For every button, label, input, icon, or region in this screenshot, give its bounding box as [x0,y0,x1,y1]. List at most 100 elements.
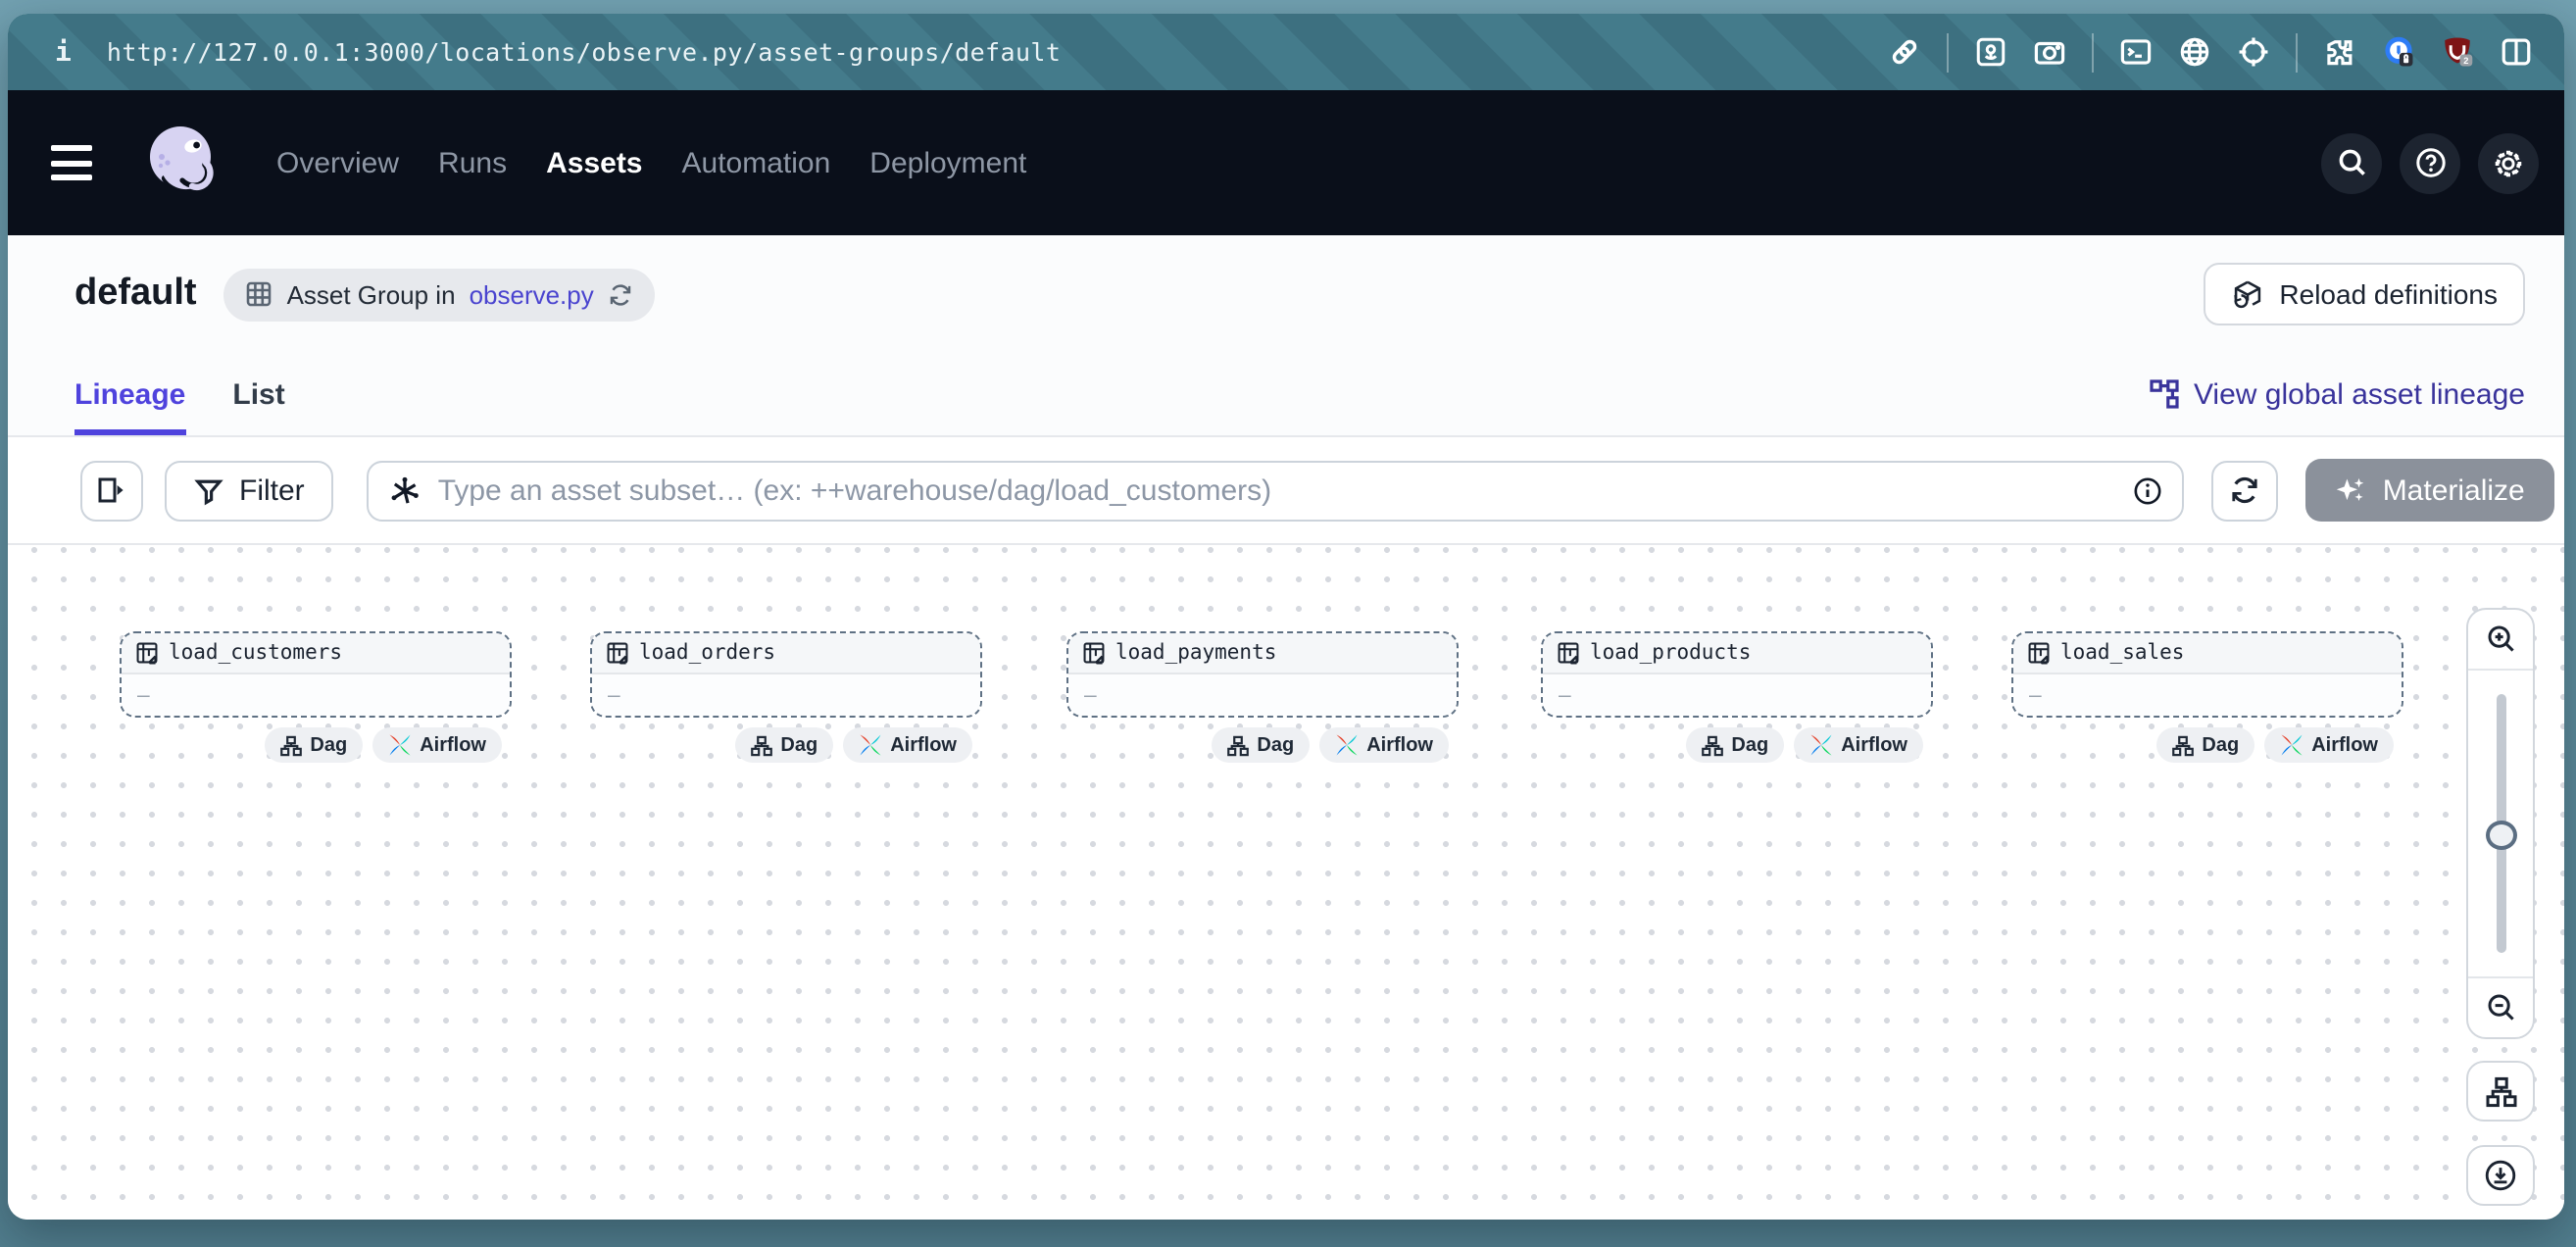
browser-url-bar: i http://127.0.0.1:3000/locations/observ… [8,14,2564,90]
asset-node-box[interactable]: load_sales – [2011,631,2403,718]
airflow-tag[interactable]: Airflow [1794,727,1923,763]
page-title: default [74,273,197,316]
nav-item-assets[interactable]: Assets [546,146,642,179]
asset-node-box[interactable]: load_payments – [1066,631,1459,718]
dag-icon [751,734,772,756]
dag-icon [2172,734,2194,756]
asset-node-title: load_sales [2060,641,2184,665]
asset-node-load-sales: load_sales – Dag Airflow [2011,631,2403,763]
search-button[interactable] [2321,132,2382,193]
dag-tag-label: Dag [1257,734,1294,756]
split-view-icon[interactable] [2500,35,2533,69]
zoom-slider-thumb[interactable] [2485,821,2516,850]
asset-subset-input[interactable] [438,474,2118,507]
materialize-button[interactable]: Materialize [2306,459,2554,522]
wallpaper-icon[interactable] [1974,35,2007,69]
dag-tag-label: Dag [310,734,347,756]
dag-tag-label: Dag [2202,734,2239,756]
refresh-graph-button[interactable] [2212,460,2279,521]
asset-node-box[interactable]: load_orders – [590,631,982,718]
table-asset-icon [135,641,159,665]
dagster-logo[interactable] [139,120,225,206]
asset-node-load-customers: load_customers – Dag Airflow [120,631,512,763]
help-button[interactable] [2400,132,2460,193]
nav-item-deployment[interactable]: Deployment [869,146,1026,179]
lineage-toolbar: Filter Materialize [8,437,2564,545]
puzzle-extensions-icon[interactable] [2323,35,2356,69]
airflow-tag-label: Airflow [2311,734,2378,756]
refresh-icon [2230,474,2261,506]
nav-item-overview[interactable]: Overview [276,146,399,179]
asset-group-file-link[interactable]: observe.py [470,279,594,309]
settings-button[interactable] [2478,132,2539,193]
nav-links: Overview Runs Assets Automation Deployme… [276,146,1026,179]
dag-icon [1702,734,1723,756]
asset-group-badge-text: Asset Group in [287,279,456,309]
zoom-slider[interactable] [2468,669,2533,978]
zoom-out-icon [2485,992,2516,1023]
dag-icon [1227,734,1249,756]
dag-tag-label: Dag [780,734,817,756]
download-image-button[interactable] [2466,1145,2535,1206]
lineage-canvas[interactable]: load_customers – Dag Airflow [8,545,2564,1220]
dag-tag[interactable]: Dag [1212,727,1310,763]
reload-definitions-button[interactable]: Reload definitions [2203,263,2525,325]
reload-definitions-icon [2230,277,2263,311]
nav-item-runs[interactable]: Runs [438,146,507,179]
asset-node-box[interactable]: load_products – [1541,631,1933,718]
camera-icon[interactable] [2033,35,2066,69]
nav-item-automation[interactable]: Automation [682,146,831,179]
dag-tag[interactable]: Dag [735,727,833,763]
zoom-in-icon [2485,624,2516,655]
toolbar-divider [2296,32,2298,72]
airflow-tag[interactable]: Airflow [372,727,502,763]
view-global-asset-lineage-link[interactable]: View global asset lineage [2149,377,2525,411]
airflow-tag[interactable]: Airflow [1319,727,1449,763]
dag-tag[interactable]: Dag [2156,727,2254,763]
airflow-tag-label: Airflow [420,734,486,756]
help-icon [2414,147,2446,178]
search-icon [2336,147,2367,178]
asset-node-title: load_payments [1115,641,1276,665]
airflow-tag[interactable]: Airflow [2264,727,2394,763]
screenshot-stage: i http://127.0.0.1:3000/locations/observ… [0,0,2576,1247]
ublock-shield-icon[interactable]: 2 [2441,35,2474,69]
zoom-in-button[interactable] [2468,610,2533,669]
dag-tag[interactable]: Dag [265,727,363,763]
zoom-out-button[interactable] [2468,978,2533,1037]
info-circle-icon[interactable] [2134,475,2163,505]
asset-node-load-products: load_products – Dag Airflow [1541,631,1933,763]
filter-funnel-icon [194,475,223,505]
open-left-panel-button[interactable] [80,460,143,521]
filter-label: Filter [239,474,305,507]
open-panel-icon [96,474,127,506]
link-icon[interactable] [1888,35,1921,69]
app-nav-bar: Overview Runs Assets Automation Deployme… [8,90,2564,235]
globe-icon[interactable] [2178,35,2211,69]
airflow-logo-icon [1809,733,1833,757]
asset-node-box[interactable]: load_customers – [120,631,512,718]
tab-list[interactable]: List [232,353,284,435]
toolbar-divider [1947,32,1949,72]
op-selector-icon [389,474,422,507]
asset-node-title: load_orders [639,641,775,665]
target-icon[interactable] [2237,35,2270,69]
tab-lineage[interactable]: Lineage [74,353,185,435]
gear-icon [2492,146,2525,179]
hamburger-menu-icon[interactable] [51,145,92,180]
url-text[interactable]: http://127.0.0.1:3000/locations/observe.… [107,37,1061,67]
asset-node-title: load_products [1590,641,1751,665]
materialize-label: Materialize [2383,474,2525,507]
terminal-icon[interactable] [2119,35,2153,69]
asset-group-icon [246,280,273,308]
asset-subset-input-wrap [368,460,2185,521]
view-global-asset-lineage-label: View global asset lineage [2194,377,2525,411]
filter-button[interactable]: Filter [165,460,334,521]
dag-tag[interactable]: Dag [1686,727,1784,763]
info-icon: i [55,36,72,68]
download-icon [2484,1159,2517,1192]
onepassword-icon[interactable] [2382,35,2415,69]
airflow-tag[interactable]: Airflow [843,727,972,763]
sync-icon[interactable] [608,281,633,307]
relayout-graph-button[interactable] [2466,1061,2535,1122]
